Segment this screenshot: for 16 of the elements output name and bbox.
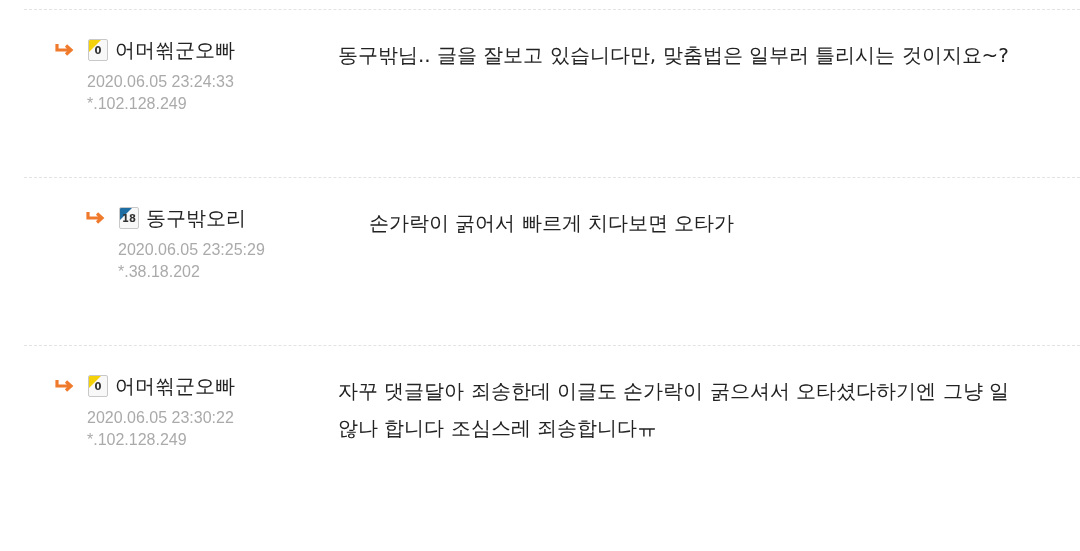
comment-text: 손가락이 굵어서 빠르게 치다보면 오타가	[369, 210, 735, 237]
level-badge: 0	[88, 375, 108, 397]
author-name[interactable]: 동구밖오리	[146, 204, 246, 232]
ip-address: *.102.128.249	[87, 94, 188, 114]
comment-text: 않나 합니다 조심스레 죄송합니다ㅠ	[338, 415, 659, 442]
author-name[interactable]: 어머쒺군오빠	[115, 372, 235, 400]
ip-address: *.38.18.202	[118, 262, 201, 282]
comment-date: 2020.06.05 23:24:33	[87, 72, 235, 92]
comment-text: 동구밖님.. 글을 잘보고 있습니다만, 맞춤법은 일부러 틀리시는 것이지요~?	[338, 42, 1009, 69]
comment-text: 자꾸 댓글달아 죄송한데 이글도 손가락이 굵으셔서 오타셨다하기엔 그냥 일	[338, 378, 1009, 405]
comment-date: 2020.06.05 23:30:22	[87, 408, 235, 428]
ip-address: *.102.128.249	[87, 430, 188, 450]
level-badge: 0	[88, 39, 108, 61]
comment-date: 2020.06.05 23:25:29	[118, 240, 266, 260]
author-name[interactable]: 어머쒺군오빠	[115, 36, 235, 64]
level-badge: 18	[119, 207, 139, 229]
